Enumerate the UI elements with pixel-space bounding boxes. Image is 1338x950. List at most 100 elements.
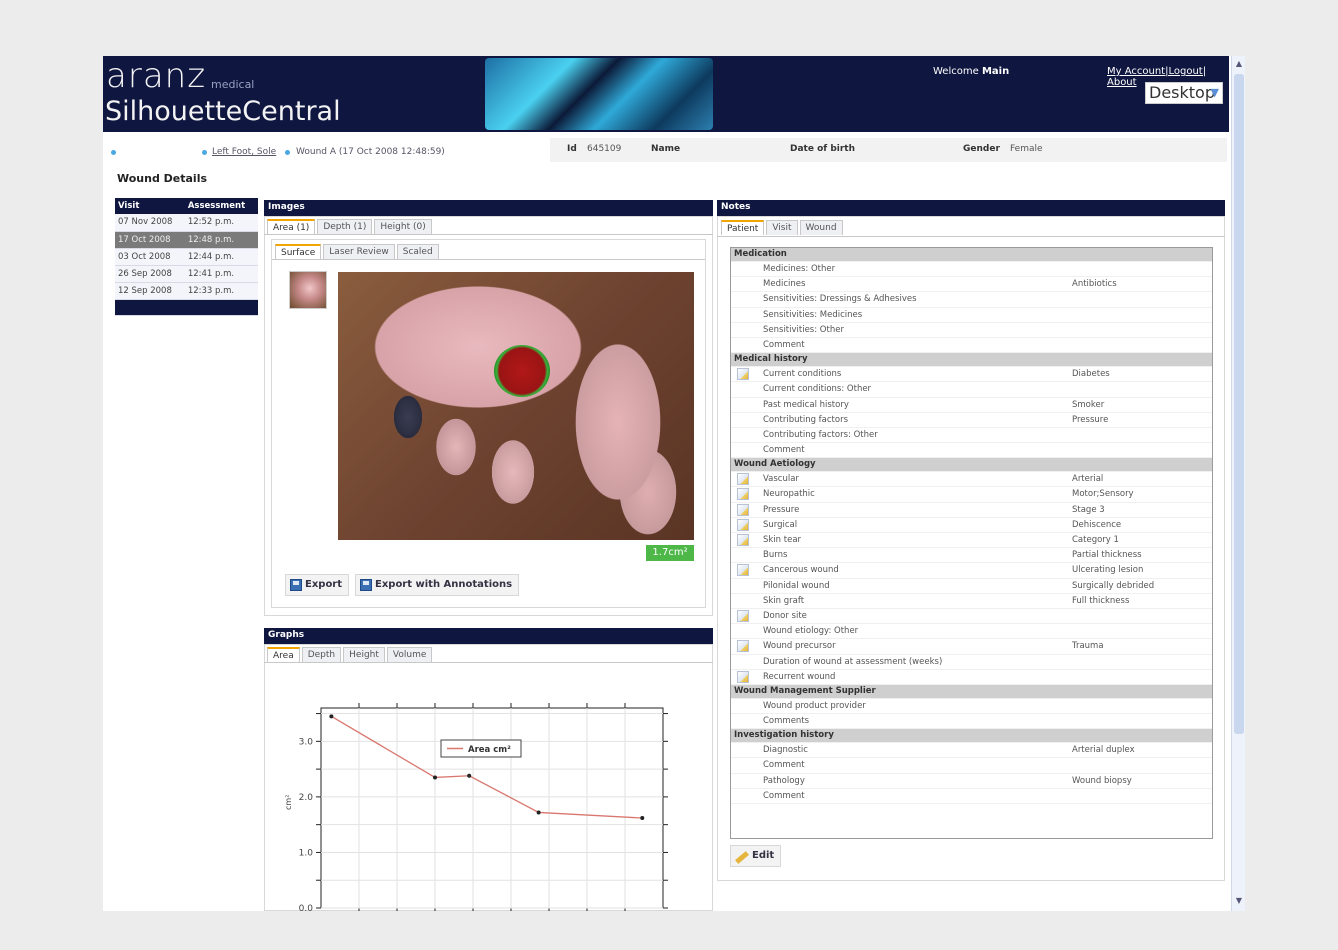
notes-row-label: Comment [763,790,805,801]
notes-row: Comments [731,714,1212,730]
notes-row: Comment [731,758,1212,774]
notes-row: Wound etiology: Other [731,624,1212,640]
notes-row: Past medical history Smoker [731,398,1212,413]
notes-panel-title: Notes [717,200,1225,216]
tab-graph-height[interactable]: Height [343,647,385,662]
notes-row-value: Pressure [1072,414,1109,425]
page-title: Wound Details [117,172,208,185]
notes-row-value: Arterial duplex [1072,745,1135,756]
notes-section-header: Wound Aetiology [731,458,1212,473]
notes-row-label: Comment [763,339,805,350]
note-edit-icon[interactable] [737,473,749,486]
notes-row-label: Sensitivities: Other [763,324,844,335]
tab-graph-area[interactable]: Area [267,647,300,662]
notes-row: Medicines: Other [731,262,1212,278]
table-row[interactable]: 26 Sep 2008 12:41 p.m. [115,265,258,283]
tab-graph-depth[interactable]: Depth [301,647,342,662]
visits-header-visit: Visit [115,198,185,214]
notes-row-label: Burns [763,550,788,561]
notes-row: Comment [731,338,1212,354]
export-annotations-label: Export with Annotations [375,579,513,590]
notes-row-label: Skin graft [763,595,805,606]
notes-row-label: Neuropathic [763,489,815,500]
wound-thumbnail[interactable] [289,271,327,309]
tab-height[interactable]: Height (0) [374,219,432,234]
notes-row-label: Comments [763,716,810,727]
area-chart: 3.0 2.0 1.0 0.0 cm² Area cm² [284,703,668,911]
scroll-thumb[interactable] [1234,74,1244,734]
notes-row: Cancerous wound Ulcerating lesion [731,563,1212,579]
mode-select[interactable]: Desktop ▼ [1145,82,1223,104]
notes-row: Skin graft Full thickness [731,594,1212,609]
visit-time: 12:33 p.m. [184,282,258,300]
tab-laser-review[interactable]: Laser Review [323,244,395,259]
notes-row-label: Surgical [763,519,798,530]
welcome-user: Main [981,66,1010,77]
visit-time: 12:44 p.m. [184,248,258,266]
scroll-down-icon[interactable]: ▼ [1233,896,1245,908]
notes-row-label: Current conditions: Other [763,384,872,395]
table-row[interactable]: 12 Sep 2008 12:33 p.m. [115,282,258,300]
tab-wound[interactable]: Wound [799,220,843,235]
table-row[interactable]: 03 Oct 2008 12:44 p.m. [115,248,258,266]
note-edit-icon[interactable] [737,518,749,531]
patient-name-label: Name [651,144,681,154]
tab-scaled[interactable]: Scaled [396,244,439,259]
breadcrumb-current: Wound A (17 Oct 2008 12:48:59) [296,147,445,157]
table-row-selected[interactable]: 17 Oct 2008 12:48 p.m. [115,231,258,249]
data-point [536,810,541,815]
tab-graph-volume[interactable]: Volume [386,647,433,662]
tab-patient[interactable]: Patient [721,220,765,235]
visit-time: 12:52 p.m. [184,214,258,232]
export-annotations-button[interactable]: Export with Annotations [355,574,520,596]
notes-row-label: Vascular [763,474,799,485]
breadcrumb-link-location[interactable]: Left Foot, Sole [212,147,276,157]
notes-row-value: Motor;Sensory [1072,489,1134,500]
notes-row-label: Wound product provider [763,700,866,711]
visits-footer [184,299,258,316]
note-edit-icon[interactable] [737,564,749,577]
notes-row-label: Contributing factors [763,414,849,425]
legend-label: Area cm² [468,745,511,755]
notes-row-value: Full thickness [1072,595,1130,606]
welcome-prefix: Welcome [933,66,979,77]
notes-tabs: Patient Visit Wound [721,220,845,235]
visit-date: 12 Sep 2008 [115,282,185,300]
note-edit-icon[interactable] [737,488,749,501]
tab-visit[interactable]: Visit [766,220,798,235]
notes-row: Donor site [731,609,1212,625]
edit-button[interactable]: Edit [730,845,782,867]
wound-photo[interactable] [338,272,694,540]
notes-row-label: Past medical history [763,399,849,410]
notes-row: Current conditions: Other [731,382,1212,398]
notes-row-value: Ulcerating lesion [1072,565,1144,576]
visit-date: 17 Oct 2008 [115,231,185,249]
note-edit-icon[interactable] [737,609,749,622]
note-edit-icon[interactable] [737,503,749,516]
logo-silhouettecentral: SilhouetteCentral [105,96,341,127]
visits-header-assessment: Assessment [184,198,258,214]
data-point [467,773,472,778]
note-edit-icon[interactable] [737,368,749,381]
notes-row-label: Current conditions [763,369,842,380]
tab-depth[interactable]: Depth (1) [317,219,373,234]
notes-row-label: Medicines: Other [763,264,836,274]
scroll-up-icon[interactable]: ▲ [1233,59,1245,71]
notes-row-value: Partial thickness [1072,550,1142,561]
tab-area[interactable]: Area (1) [267,219,316,234]
notes-row: Sensitivities: Dressings & Adhesives [731,292,1212,308]
notes-row-value: Trauma [1072,641,1104,652]
vertical-scrollbar[interactable]: ▲ ▼ [1231,56,1245,911]
visit-date: 07 Nov 2008 [115,214,185,232]
note-edit-icon[interactable] [737,534,749,546]
visits-footer [115,299,185,316]
notes-row-label: Skin tear [763,535,802,545]
visit-time: 12:41 p.m. [184,265,258,283]
note-edit-icon[interactable] [737,640,749,653]
welcome-message: Welcome Main [933,66,1009,77]
images-tabs: Area (1) Depth (1) Height (0) [267,219,434,234]
tab-surface[interactable]: Surface [275,244,322,259]
note-edit-icon[interactable] [737,670,749,683]
table-row[interactable]: 07 Nov 2008 12:52 p.m. [115,214,258,232]
export-button[interactable]: Export [285,574,350,596]
